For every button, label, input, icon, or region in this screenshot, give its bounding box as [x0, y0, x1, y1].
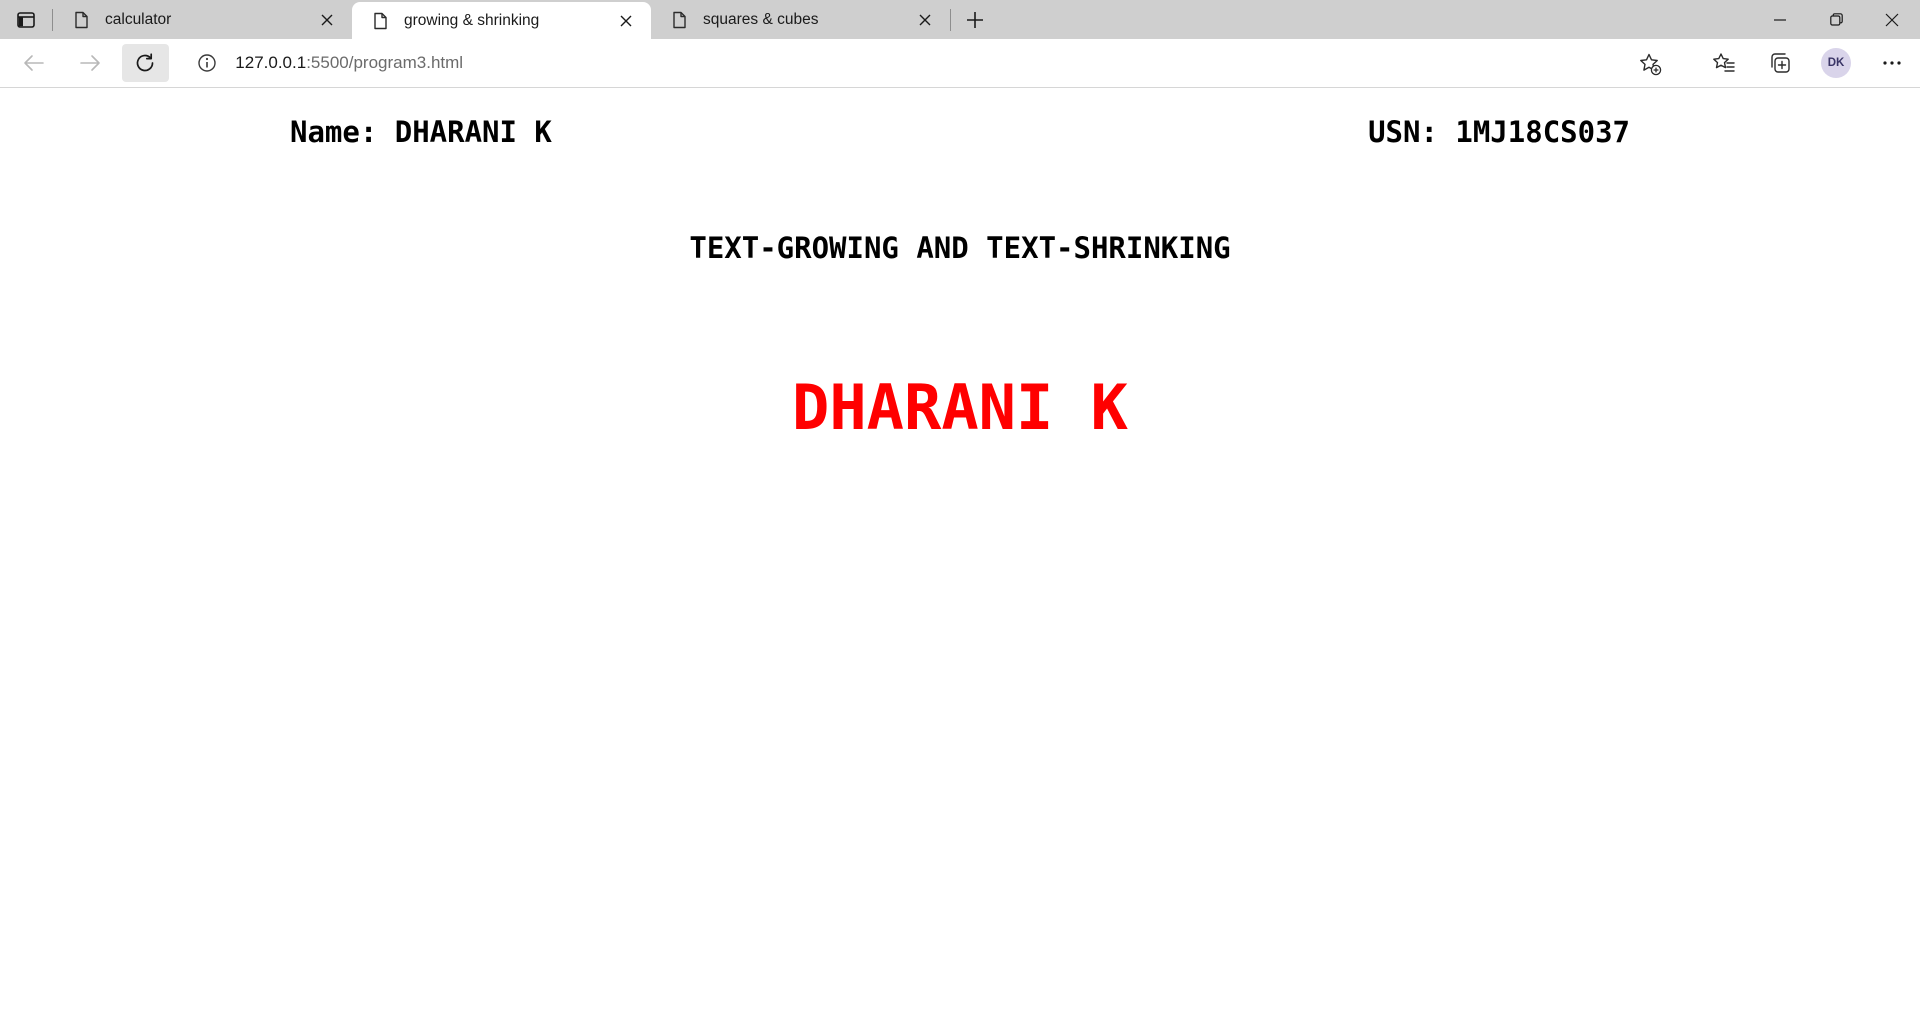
- close-icon: [321, 14, 333, 25]
- collections-icon: [1771, 53, 1790, 73]
- collections-button[interactable]: [1752, 44, 1808, 82]
- tab-calculator[interactable]: calculator: [53, 0, 352, 39]
- close-window-button[interactable]: [1864, 0, 1920, 39]
- profile-button[interactable]: DK: [1808, 44, 1864, 82]
- url-path: :5500/program3.html: [306, 53, 464, 72]
- more-icon: [1883, 61, 1901, 65]
- restore-icon: [1829, 13, 1843, 26]
- address-bar[interactable]: 127.0.0.1:5500/program3.html: [181, 44, 1674, 82]
- forward-arrow-icon: [79, 55, 100, 71]
- tab-title: squares & cubes: [703, 10, 819, 28]
- minimize-button[interactable]: [1752, 0, 1808, 39]
- url-host: 127.0.0.1: [235, 53, 307, 72]
- restore-button[interactable]: [1808, 0, 1864, 39]
- refresh-icon: [137, 53, 154, 72]
- tab-close-button[interactable]: [613, 8, 639, 34]
- window-controls: [1752, 0, 1920, 39]
- avatar: DK: [1821, 48, 1851, 78]
- add-favorite-button[interactable]: [1638, 52, 1662, 76]
- more-button[interactable]: [1864, 44, 1920, 82]
- browser-window: calculator growing & shrinking squares &…: [0, 0, 1920, 1030]
- star-plus-icon: [1640, 53, 1662, 76]
- page-content: Name: DHARANI K USN: 1MJ18CS037 TEXT-GRO…: [0, 89, 1920, 1030]
- close-icon: [1885, 13, 1899, 26]
- tab-list: calculator growing & shrinking squares &…: [53, 0, 950, 39]
- tab-title: calculator: [105, 10, 172, 28]
- tab-growing-shrinking[interactable]: growing & shrinking: [352, 2, 651, 39]
- page-heading: TEXT-GROWING AND TEXT-SHRINKING: [689, 231, 1231, 265]
- tab-title: growing & shrinking: [404, 11, 540, 29]
- animated-text: DHARANI K: [792, 371, 1128, 444]
- page-icon: [75, 11, 88, 28]
- close-icon: [919, 14, 931, 25]
- favorites-button[interactable]: [1696, 44, 1752, 82]
- refresh-button[interactable]: [121, 44, 170, 82]
- url-text[interactable]: 127.0.0.1:5500/program3.html: [235, 53, 463, 73]
- tab-strip: calculator growing & shrinking squares &…: [0, 0, 1920, 39]
- plus-icon: [967, 11, 983, 28]
- back-arrow-icon: [24, 55, 44, 71]
- back-button[interactable]: [10, 44, 58, 82]
- student-info-row: Name: DHARANI K USN: 1MJ18CS037: [290, 115, 1630, 149]
- new-tab-button[interactable]: [951, 0, 999, 39]
- tab-close-button[interactable]: [912, 7, 938, 33]
- page-icon: [673, 11, 686, 28]
- toolbar-actions: DK: [1696, 44, 1920, 82]
- page-icon: [374, 12, 387, 29]
- tab-actions-button[interactable]: [0, 0, 52, 39]
- browser-toolbar: 127.0.0.1:5500/program3.html DK: [0, 39, 1920, 88]
- student-name: Name: DHARANI K: [290, 115, 552, 149]
- forward-button[interactable]: [66, 44, 114, 82]
- tab-actions-icon: [17, 11, 35, 28]
- tab-squares-cubes[interactable]: squares & cubes: [651, 0, 950, 39]
- tab-close-button[interactable]: [314, 7, 340, 33]
- minimize-icon: [1774, 18, 1786, 21]
- favorites-icon: [1713, 53, 1735, 72]
- close-icon: [620, 15, 632, 26]
- student-usn: USN: 1MJ18CS037: [1368, 115, 1630, 149]
- info-icon[interactable]: [197, 53, 217, 73]
